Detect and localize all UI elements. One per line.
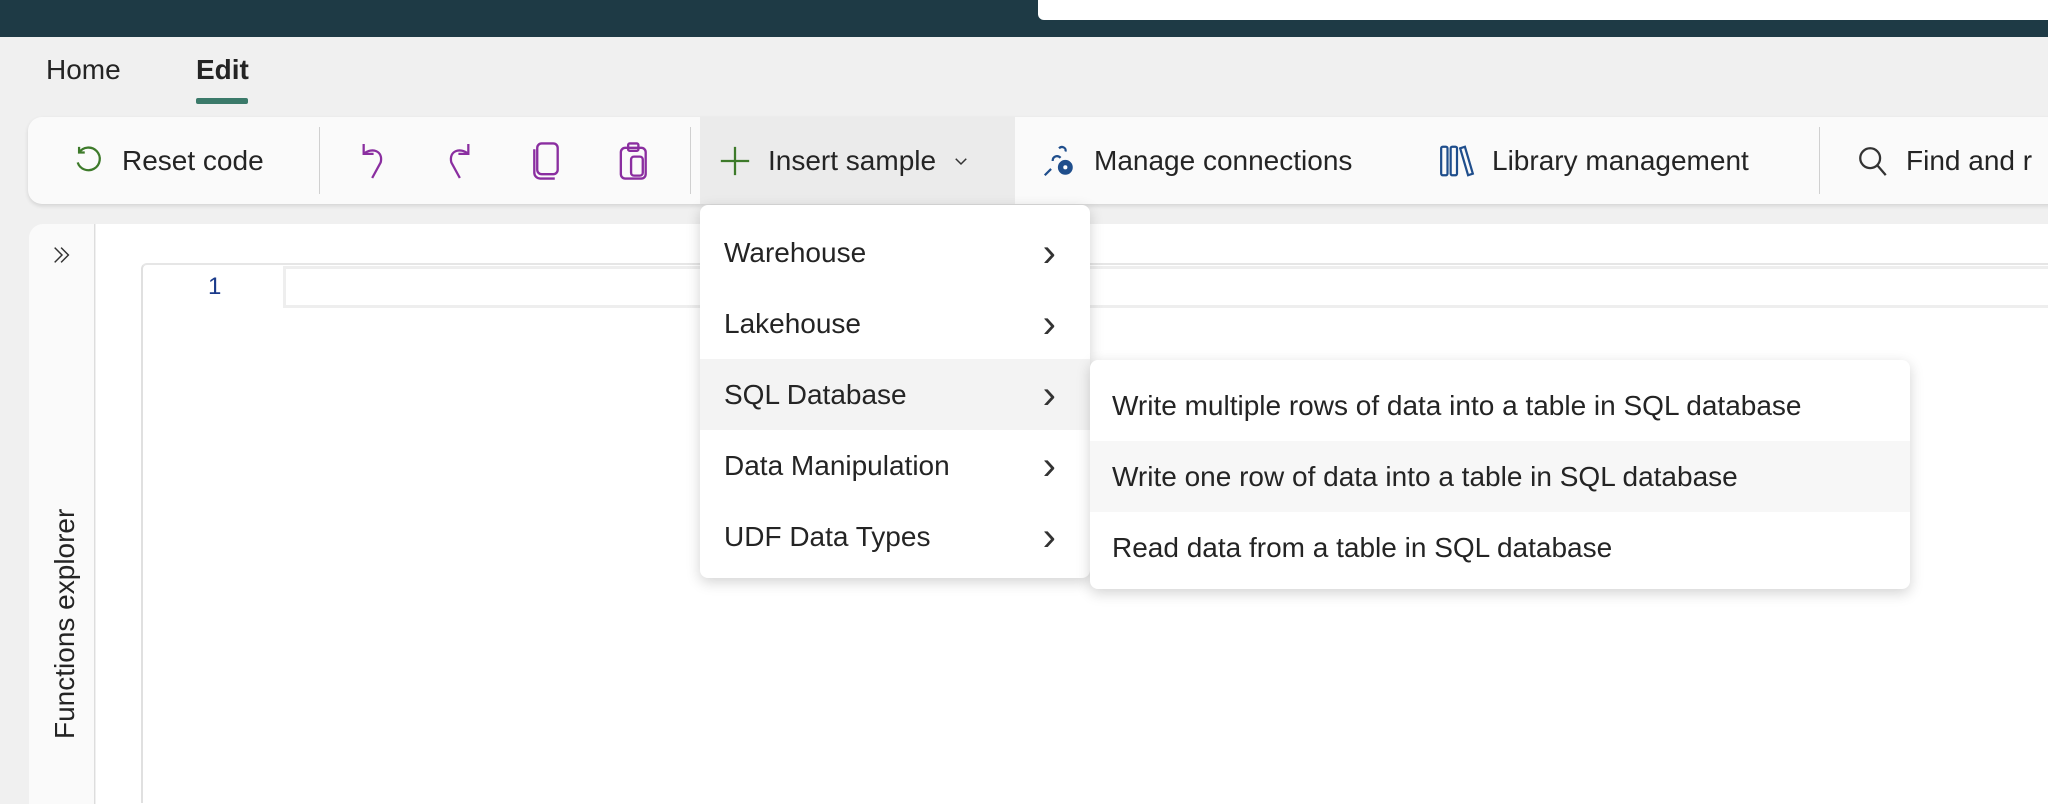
menu-item-label: UDF Data Types xyxy=(724,520,931,552)
tab-edit[interactable]: Edit xyxy=(196,54,249,86)
plus-icon xyxy=(720,146,750,175)
manage-connections-label: Manage connections xyxy=(1094,144,1353,176)
submenu-item-write-multiple-rows[interactable]: Write multiple rows of data into a table… xyxy=(1090,370,1910,441)
reset-icon xyxy=(76,145,101,171)
current-line[interactable] xyxy=(283,266,2048,308)
search-input[interactable] xyxy=(1038,0,2048,20)
functions-explorer-panel: Functions explorer xyxy=(29,224,95,804)
divider xyxy=(319,127,320,194)
toolbar: Reset code Insert sample Manage connecti… xyxy=(28,117,2048,204)
menu-item-label: Warehouse xyxy=(724,236,867,268)
insert-sample-button[interactable]: Insert sample xyxy=(700,117,1015,204)
library-icon xyxy=(1440,144,1475,177)
tab-home[interactable]: Home xyxy=(46,54,121,86)
expand-chevron-icon[interactable] xyxy=(51,244,73,266)
menu-item-warehouse[interactable]: Warehouse › xyxy=(700,217,1090,288)
reset-code-label: Reset code xyxy=(122,144,264,176)
submenu-item-read-data[interactable]: Read data from a table in SQL database xyxy=(1090,512,1910,583)
sql-database-submenu: Write multiple rows of data into a table… xyxy=(1090,360,1910,589)
menu-item-sql-database[interactable]: SQL Database › xyxy=(700,359,1090,430)
find-and-replace-button[interactable]: Find and r xyxy=(1856,117,2032,204)
chevron-right-icon: › xyxy=(1042,230,1056,275)
paste-button[interactable] xyxy=(619,117,649,204)
library-management-button[interactable]: Library management xyxy=(1438,117,1749,204)
reset-code-button[interactable]: Reset code xyxy=(72,117,264,204)
undo-button[interactable] xyxy=(358,117,392,204)
menu-item-data-manipulation[interactable]: Data Manipulation › xyxy=(700,430,1090,501)
chevron-right-icon: › xyxy=(1042,514,1056,559)
insert-sample-menu: Warehouse › Lakehouse › SQL Database › Data… xyxy=(700,205,1090,578)
menu-item-udf-data-types[interactable]: UDF Data Types › xyxy=(700,501,1090,572)
divider xyxy=(690,127,691,194)
chevron-right-icon: › xyxy=(1042,301,1056,346)
menu-item-lakehouse[interactable]: Lakehouse › xyxy=(700,288,1090,359)
menu-item-label: Lakehouse xyxy=(724,307,862,339)
redo-icon xyxy=(449,143,470,179)
divider xyxy=(1819,127,1820,194)
menu-item-label: Data Manipulation xyxy=(724,449,950,481)
paste-icon xyxy=(619,141,647,180)
connection-gear-icon xyxy=(1043,145,1073,176)
functions-explorer-label[interactable]: Functions explorer xyxy=(49,509,81,739)
menu-item-label: SQL Database xyxy=(724,378,907,410)
redo-button[interactable] xyxy=(440,117,474,204)
submenu-item-write-one-row[interactable]: Write one row of data into a table in SQ… xyxy=(1090,441,1910,512)
copy-button[interactable] xyxy=(531,117,561,204)
chevron-right-icon: › xyxy=(1042,372,1056,417)
insert-sample-label: Insert sample xyxy=(768,144,937,176)
manage-connections-button[interactable]: Manage connections xyxy=(1040,117,1352,204)
library-management-label: Library management xyxy=(1492,144,1749,176)
line-number: 1 xyxy=(208,273,222,300)
chevron-down-icon xyxy=(955,157,967,165)
app-header xyxy=(0,0,2048,37)
find-and-replace-label: Find and r xyxy=(1906,144,2033,176)
search-icon xyxy=(1859,146,1887,176)
chevron-right-icon: › xyxy=(1042,443,1056,488)
undo-icon xyxy=(362,143,383,179)
active-tab-indicator xyxy=(196,98,248,104)
copy-icon xyxy=(533,141,559,180)
